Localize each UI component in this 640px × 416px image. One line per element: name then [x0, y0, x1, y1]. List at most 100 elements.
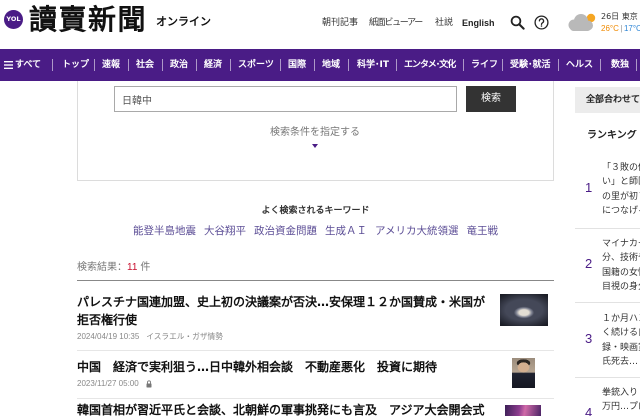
result-meta: 2023/11/27 05:00	[77, 379, 152, 389]
ranking-item-line: の里が初Ｖ	[602, 191, 640, 202]
keyword-link[interactable]: 政治資金問題	[254, 224, 317, 238]
weather-temperature: 26°C | 17°C	[601, 24, 640, 34]
result-count: 検索結果：11 件	[77, 262, 150, 274]
result-title[interactable]: 中国 経済で実利狙う…日中韓外相会談 不動産悪化 投資に期待	[77, 358, 490, 376]
nav-item-society[interactable]: 社会	[136, 49, 154, 81]
nav-item-economy[interactable]: 経済	[204, 49, 222, 81]
ranking-item-line: につなげる	[602, 205, 640, 216]
results-divider	[77, 280, 554, 281]
nav-item-all[interactable]: すべて	[15, 49, 41, 81]
article-thumbnail[interactable]	[505, 405, 541, 416]
search-input[interactable]	[114, 86, 457, 112]
result-tag[interactable]: イスラエル・ガザ情勢	[146, 332, 223, 342]
nav-item-top[interactable]: トップ	[62, 49, 89, 81]
nav-separator	[314, 59, 315, 71]
nav-item-exam-career[interactable]: 受験･就活	[510, 49, 551, 81]
ranking-item-line: １か月ハン	[602, 314, 640, 324]
nav-item-breaking[interactable]: 速報	[102, 49, 120, 81]
page: YOL 讀賣新聞 オンライン 朝刊記事 紙面ビューアー 社説 English 2…	[0, 0, 640, 416]
keyword-link[interactable]: 竜王戦	[466, 224, 498, 238]
nav-separator	[636, 59, 637, 71]
help-icon[interactable]	[534, 15, 549, 30]
search-icon[interactable]	[510, 15, 525, 30]
nav-item-world[interactable]: 国際	[288, 49, 306, 81]
nav-item-sudoku[interactable]: 数独	[611, 49, 629, 81]
result-date: 2024/04/19 10:35	[77, 332, 140, 341]
popular-keywords-list: 能登半島地震 大谷翔平 政治資金問題 生成ＡＩ アメリカ大統領選 竜王戦	[77, 224, 554, 238]
ranking-item-line: 国籍の女性	[602, 267, 640, 278]
article-thumbnail[interactable]	[512, 358, 535, 388]
result-count-number: 11	[127, 262, 138, 273]
ranking-number: 4	[585, 405, 593, 416]
ranking-item-line: 目視の身分	[602, 281, 640, 292]
ranking-title: ランキング	[587, 130, 637, 141]
ranking-item-line: マイナカー	[602, 239, 640, 249]
logo-badge[interactable]: YOL	[4, 10, 23, 29]
morning-edition-link[interactable]: 朝刊記事	[322, 17, 358, 29]
nav-separator	[230, 59, 231, 71]
caret-down-icon[interactable]	[312, 144, 318, 148]
ranking-item[interactable]: 拳銃入り１ 万円…プロ	[602, 386, 640, 415]
nav-separator	[348, 59, 349, 71]
ranking-item-line: 録・映画賞	[602, 342, 640, 353]
ranking-number: 3	[585, 331, 593, 346]
nav-separator	[396, 59, 397, 71]
ranking-item[interactable]: １か月ハン く続ける自 録・映画賞 氏死去…	[602, 312, 640, 369]
ranking-item[interactable]: マイナカー 分、技術や 国籍の女性 目視の身分	[602, 237, 640, 294]
lock-icon	[146, 380, 152, 388]
sidebar-all-tab[interactable]: 全部合わせて	[575, 87, 640, 113]
result-title[interactable]: パレスチナ国連加盟、史上初の決議案が否決…安保理１２か国賛成・米国が拒否権行使	[77, 293, 490, 329]
editorial-link[interactable]: 社説	[435, 17, 453, 29]
nav-separator	[128, 59, 129, 71]
temp-low: 17°C	[623, 24, 640, 33]
result-count-unit: 件	[140, 262, 151, 273]
nav-item-life[interactable]: ライフ	[471, 49, 498, 81]
ranking-item[interactable]: 「３敗の優 い」と師匠 の里が初Ｖ につなげる	[602, 161, 640, 218]
ranking-item-line: い」と師匠	[602, 177, 640, 188]
ranking-item-line: 拳銃入り１	[602, 388, 640, 398]
nav-item-sports[interactable]: スポーツ	[238, 49, 274, 81]
menu-icon[interactable]	[4, 61, 13, 69]
nav-item-health[interactable]: ヘルス	[566, 49, 593, 81]
result-separator	[77, 350, 554, 351]
nav-separator	[600, 59, 601, 71]
result-meta: 2024/04/19 10:35 イスラエル・ガザ情勢	[77, 332, 223, 342]
search-button[interactable]: 検索	[466, 86, 516, 112]
popular-keywords-heading: よく検索されるキーワード	[261, 206, 370, 216]
keyword-link[interactable]: 能登半島地震	[133, 224, 196, 238]
ranking-item-line: 分、技術や	[602, 253, 640, 264]
nav-separator	[502, 59, 503, 71]
nav-item-entertainment[interactable]: エンタメ･文化	[404, 49, 456, 81]
nav-separator	[196, 59, 197, 71]
keyword-link[interactable]: 大谷翔平	[204, 224, 246, 238]
english-link[interactable]: English	[462, 17, 495, 29]
ranking-separator	[575, 302, 640, 303]
weather-date-place: 26日 東京	[601, 12, 638, 21]
logo-title[interactable]: 讀賣新聞	[29, 4, 147, 36]
main-nav: すべて トップ 速報 社会 政治 経済 スポーツ 国際 地域 科学･IT エンタ…	[0, 49, 640, 81]
nav-item-politics[interactable]: 政治	[170, 49, 188, 81]
nav-item-local[interactable]: 地域	[322, 49, 340, 81]
result-count-label: 検索結果：	[77, 262, 127, 273]
result-title[interactable]: 韓国首相が習近平氏と会談、北朝鮮の軍事挑発にも言及 アジア大会開会式	[77, 401, 490, 416]
ranking-number: 1	[585, 180, 593, 195]
ranking-separator	[575, 377, 640, 378]
nav-item-science-it[interactable]: 科学･IT	[357, 49, 389, 81]
nav-separator	[463, 59, 464, 71]
nav-separator	[280, 59, 281, 71]
nav-separator	[558, 59, 559, 71]
result-separator	[77, 398, 554, 399]
article-thumbnail[interactable]	[500, 294, 548, 326]
logo-subtitle[interactable]: オンライン	[156, 15, 211, 29]
advanced-search-link[interactable]: 検索条件を指定する	[240, 127, 390, 139]
ranking-item-line: く続ける自	[602, 328, 640, 339]
ranking-number: 2	[585, 256, 593, 271]
temp-separator: |	[620, 24, 623, 33]
ranking-item-line: 万円…プロ	[602, 402, 640, 413]
keyword-link[interactable]: 生成ＡＩ	[325, 224, 367, 238]
keyword-link[interactable]: アメリカ大統領選	[375, 224, 458, 238]
paper-viewer-link[interactable]: 紙面ビューアー	[369, 17, 423, 29]
ranking-item-line: 「３敗の優	[602, 163, 640, 173]
temp-high: 26°C	[601, 24, 619, 33]
weather-cloud-sun-icon	[568, 13, 596, 31]
